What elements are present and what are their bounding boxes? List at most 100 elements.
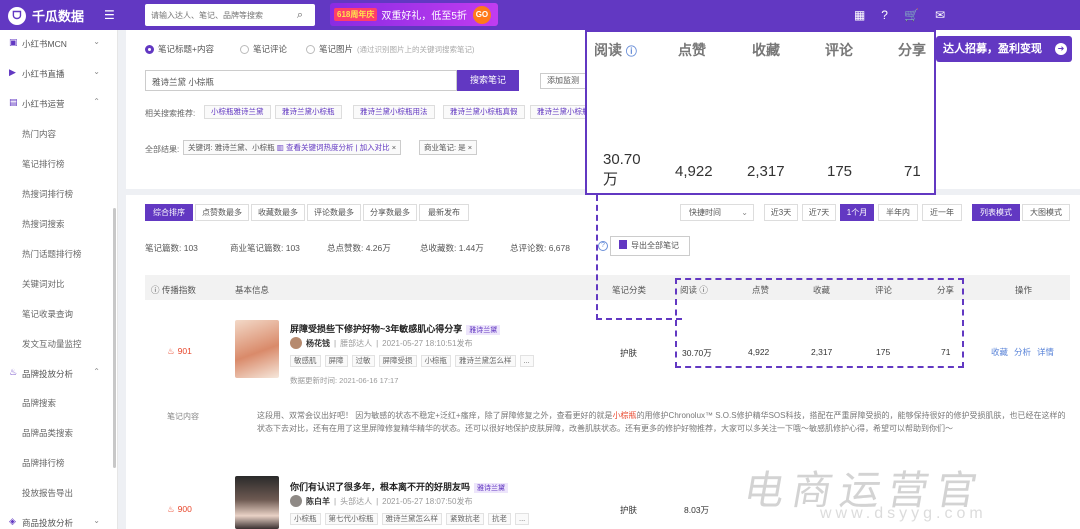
analyze-action[interactable]: 分析 bbox=[1014, 346, 1031, 358]
analysis-icon: ▥ bbox=[276, 143, 284, 152]
tab-range-1m[interactable]: 1个月 bbox=[840, 204, 874, 221]
tag[interactable]: 小棕瓶 bbox=[290, 513, 321, 525]
promo-banner[interactable]: 618周年庆 双重好礼，低至5折 GO bbox=[330, 3, 498, 26]
add-monitor-button[interactable]: 添加监测 bbox=[540, 73, 586, 89]
tag[interactable]: 敏感肌 bbox=[290, 355, 321, 367]
related-chip[interactable]: 小棕瓶雅诗兰黛 bbox=[204, 105, 271, 119]
tab-sort-comprehensive[interactable]: 综合排序 bbox=[145, 204, 193, 221]
sidebar-item-brand-search[interactable]: 品牌搜索 bbox=[22, 397, 56, 409]
apps-grid-icon[interactable]: ▦ bbox=[854, 8, 865, 22]
tab-sort-likes[interactable]: 点赞数最多 bbox=[195, 204, 249, 221]
sidebar-item-interaction-monitor[interactable]: 发文互动量监控 bbox=[22, 338, 82, 350]
note-author[interactable]: 杨花钱 | 腰部达人 | 2021-05-27 18:10:51发布 bbox=[290, 337, 472, 349]
sidebar-item-mcn[interactable]: ▣ 小红书MCN ⌄ bbox=[0, 37, 118, 53]
radio-selected bbox=[145, 44, 154, 54]
radio-images[interactable]: 笔记图片 (通过识别图片上的关键词搜索笔记) bbox=[306, 43, 475, 55]
time-select[interactable]: 快捷时间 ⌄ bbox=[680, 204, 754, 221]
radio-label: 笔记评论 bbox=[253, 44, 288, 54]
tag[interactable]: 过敏 bbox=[351, 355, 375, 367]
tab-sort-latest[interactable]: 最新发布 bbox=[419, 204, 469, 221]
sidebar-item-brand-category[interactable]: 品牌品类搜索 bbox=[22, 427, 73, 439]
detail-action[interactable]: 详情 bbox=[1037, 346, 1054, 358]
note-category: 护肤 bbox=[620, 348, 638, 358]
sidebar-item-note-index[interactable]: 笔记收录查询 bbox=[22, 308, 73, 320]
sidebar-item-hot-content[interactable]: 热门内容 bbox=[22, 128, 56, 140]
tab-range-half-year[interactable]: 半年内 bbox=[878, 204, 918, 221]
sidebar-scrollbar[interactable] bbox=[113, 208, 116, 468]
sidebar-item-label: 品牌投放分析 bbox=[22, 369, 74, 379]
sidebar-item-operations[interactable]: ▤ 小红书运营 ⌃ bbox=[0, 97, 118, 113]
tag[interactable]: 雅诗兰黛怎么样 bbox=[381, 513, 442, 525]
tab-list-view[interactable]: 列表模式 bbox=[972, 204, 1020, 221]
brand-logo[interactable]: ᗜ 千瓜数据 bbox=[8, 6, 84, 25]
recruit-button[interactable]: 达人招募，盈利变现 ➜ bbox=[936, 36, 1072, 62]
sidebar-item-hotword-search[interactable]: 热搜词搜索 bbox=[22, 218, 65, 230]
add-compare-link[interactable]: 加入对比 bbox=[360, 143, 390, 152]
header-spread-index[interactable]: ⓘ 传播指数 bbox=[151, 284, 196, 296]
close-icon[interactable]: × bbox=[392, 143, 396, 152]
tab-range-3d[interactable]: 近3天 bbox=[764, 204, 798, 221]
keyword-filter[interactable]: 关键词: 雅诗兰黛、小棕瓶 ▥ 查看关键词热度分析 | 加入对比 × bbox=[183, 140, 402, 155]
tag[interactable]: 雅诗兰黛怎么样 bbox=[455, 355, 516, 367]
collect-action[interactable]: 收藏 bbox=[991, 346, 1008, 358]
note-thumbnail[interactable] bbox=[235, 476, 279, 529]
row-actions: 收藏 分析 详情 bbox=[991, 346, 1054, 358]
flame-icon: ♨ bbox=[167, 346, 175, 356]
global-search-input[interactable] bbox=[151, 9, 281, 21]
tab-grid-view[interactable]: 大图模式 bbox=[1022, 204, 1070, 221]
tag[interactable]: 第七代小棕瓶 bbox=[324, 513, 378, 525]
stat-commercial: 商业笔记篇数: 103 bbox=[230, 243, 300, 253]
radio-unselected bbox=[240, 44, 249, 54]
sidebar-item-product-analysis[interactable]: ◈ 商品投放分析 ⌄ bbox=[0, 516, 118, 529]
search-notes-button[interactable]: 搜索笔记 bbox=[457, 70, 519, 91]
promo-go-button[interactable]: GO bbox=[472, 5, 491, 24]
spread-index: ♨ 901 bbox=[167, 346, 192, 356]
note-author[interactable]: 陈白羊 | 头部达人 | 2021-05-27 18:07:50发布 bbox=[290, 495, 472, 507]
sidebar-item-hotword-ranking[interactable]: 热搜词排行榜 bbox=[22, 188, 73, 200]
commercial-filter[interactable]: 商业笔记: 是 × bbox=[419, 140, 478, 155]
zoom-value-collects: 2,317 bbox=[747, 163, 785, 180]
sidebar-item-keyword-compare[interactable]: 关键词对比 bbox=[22, 278, 65, 290]
close-icon[interactable]: × bbox=[468, 143, 472, 152]
view-heat-link[interactable]: 查看关键词热度分析 bbox=[286, 143, 354, 152]
chart-icon: ▤ bbox=[9, 97, 18, 107]
note-title[interactable]: 屏障受损些下修护好物~3年敏感肌心得分享 雅诗兰黛 bbox=[290, 322, 501, 335]
tab-sort-collects[interactable]: 收藏数最多 bbox=[251, 204, 305, 221]
related-chip[interactable]: 雅诗兰黛小棕瓶真假 bbox=[443, 105, 525, 119]
radio-title-content[interactable]: 笔记标题+内容 bbox=[145, 43, 214, 55]
note-thumbnail[interactable] bbox=[235, 320, 279, 378]
tag[interactable]: 小棕瓶 bbox=[420, 355, 451, 367]
tag[interactable]: 紧致抗老 bbox=[446, 513, 484, 525]
sidebar-item-topic-ranking[interactable]: 热门话题排行榜 bbox=[22, 248, 82, 260]
zoom-header-comments: 评论 bbox=[825, 42, 853, 58]
mail-icon[interactable]: ✉ bbox=[935, 8, 945, 22]
related-chip[interactable]: 雅诗兰黛小棕瓶 bbox=[275, 105, 342, 119]
note-title[interactable]: 你们有认识了很多年，根本离不开的好朋友吗 雅诗兰黛 bbox=[290, 480, 509, 493]
filter-keywords: 雅诗兰黛、小棕瓶 bbox=[214, 143, 275, 152]
arrow-right-icon: ➜ bbox=[1055, 43, 1067, 55]
tag[interactable]: ... bbox=[515, 513, 530, 525]
sidebar-item-report-export[interactable]: 投放报告导出 bbox=[22, 487, 73, 499]
tab-range-7d[interactable]: 近7天 bbox=[802, 204, 836, 221]
related-chip[interactable]: 雅诗兰黛小棕瓶用法 bbox=[353, 105, 435, 119]
tab-sort-comments[interactable]: 评论数最多 bbox=[307, 204, 361, 221]
tab-sort-shares[interactable]: 分享数最多 bbox=[363, 204, 417, 221]
note-reads: 8.03万 bbox=[684, 505, 710, 515]
radio-comments[interactable]: 笔记评论 bbox=[240, 43, 287, 55]
tab-range-year[interactable]: 近一年 bbox=[922, 204, 962, 221]
sidebar-item-brand-ranking[interactable]: 品牌排行榜 bbox=[22, 457, 65, 469]
note-tags: 敏感肌 屏障 过敏 屏障受损 小棕瓶 雅诗兰黛怎么样 ... bbox=[290, 355, 534, 367]
sidebar-item-note-ranking[interactable]: 笔记排行榜 bbox=[22, 158, 65, 170]
tag[interactable]: 屏障 bbox=[324, 355, 348, 367]
cart-icon[interactable]: 🛒 bbox=[904, 8, 919, 22]
sidebar-item-live[interactable]: ▶ 小红书直播 ⌄ bbox=[0, 67, 118, 83]
tag[interactable]: ... bbox=[519, 355, 534, 367]
keyword-input[interactable]: 雅诗兰黛 小棕瓶 bbox=[145, 70, 457, 91]
tag[interactable]: 抗老 bbox=[488, 513, 511, 525]
search-icon[interactable]: ⌕ bbox=[285, 4, 315, 26]
zoom-value-likes: 4,922 bbox=[675, 163, 713, 180]
menu-toggle-icon[interactable]: ☰ bbox=[104, 8, 115, 22]
help-icon[interactable]: ? bbox=[881, 8, 888, 22]
tag[interactable]: 屏障受损 bbox=[378, 355, 417, 367]
sidebar-item-brand-analysis[interactable]: ♨ 品牌投放分析 ⌃ bbox=[0, 367, 118, 383]
